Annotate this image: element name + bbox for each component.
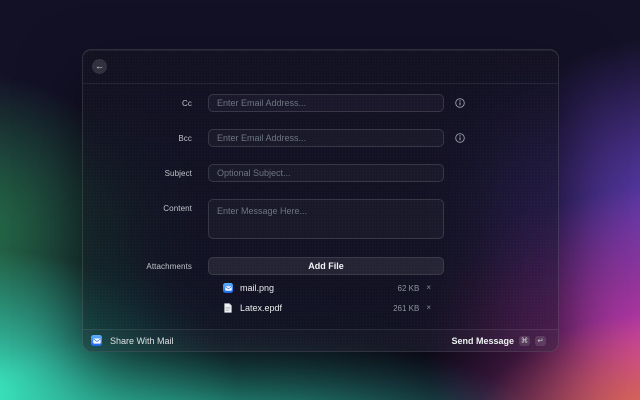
- mail-app-icon: [223, 283, 233, 293]
- content-row: Content: [83, 199, 558, 239]
- arrow-left-icon: ←: [95, 61, 104, 71]
- add-file-button[interactable]: Add File: [208, 257, 444, 275]
- attachment-name: mail.png: [240, 283, 275, 293]
- attachment-row: Latex.epdf 261 KB ×: [208, 298, 444, 318]
- content-label: Content: [163, 204, 192, 213]
- cc-input[interactable]: [208, 94, 444, 112]
- send-message-label: Send Message: [451, 335, 514, 346]
- subject-label: Subject: [164, 168, 192, 178]
- attachment-name: Latex.epdf: [240, 303, 283, 313]
- mail-app-icon: [91, 335, 102, 346]
- bcc-row: Bcc: [83, 129, 558, 147]
- command-key-icon: ⌘: [519, 335, 530, 346]
- window-header: ←: [83, 50, 558, 84]
- back-button[interactable]: ←: [92, 59, 107, 74]
- app-name: Share With Mail: [110, 335, 174, 346]
- attachment-list: mail.png 62 KB × Latex.epdf 261 KB ×: [83, 278, 558, 318]
- cc-label: Cc: [182, 98, 192, 108]
- share-with-mail-window: ← Cc Bcc Subject Conte: [82, 49, 559, 352]
- close-icon[interactable]: ×: [426, 304, 431, 312]
- cc-row: Cc: [83, 94, 558, 112]
- return-key-icon: ↵: [535, 335, 546, 346]
- attachment-size: 62 KB: [397, 283, 420, 293]
- send-message-button[interactable]: Send Message ⌘ ↵: [451, 335, 546, 346]
- bcc-label: Bcc: [178, 133, 192, 143]
- attachments-label: Attachments: [146, 261, 192, 271]
- close-icon[interactable]: ×: [426, 284, 431, 292]
- attachment-row: mail.png 62 KB ×: [208, 278, 444, 298]
- document-icon: [224, 303, 232, 313]
- bcc-input[interactable]: [208, 129, 444, 147]
- attachment-size: 261 KB: [393, 303, 420, 313]
- subject-row: Subject: [83, 164, 558, 182]
- subject-input[interactable]: [208, 164, 444, 182]
- info-icon[interactable]: [455, 98, 465, 108]
- compose-form: Cc Bcc Subject Content: [83, 84, 558, 318]
- content-textarea[interactable]: [208, 199, 444, 239]
- action-bar: Share With Mail Send Message ⌘ ↵: [83, 329, 558, 351]
- info-icon[interactable]: [455, 133, 465, 143]
- attachments-row: Attachments Add File: [83, 257, 558, 275]
